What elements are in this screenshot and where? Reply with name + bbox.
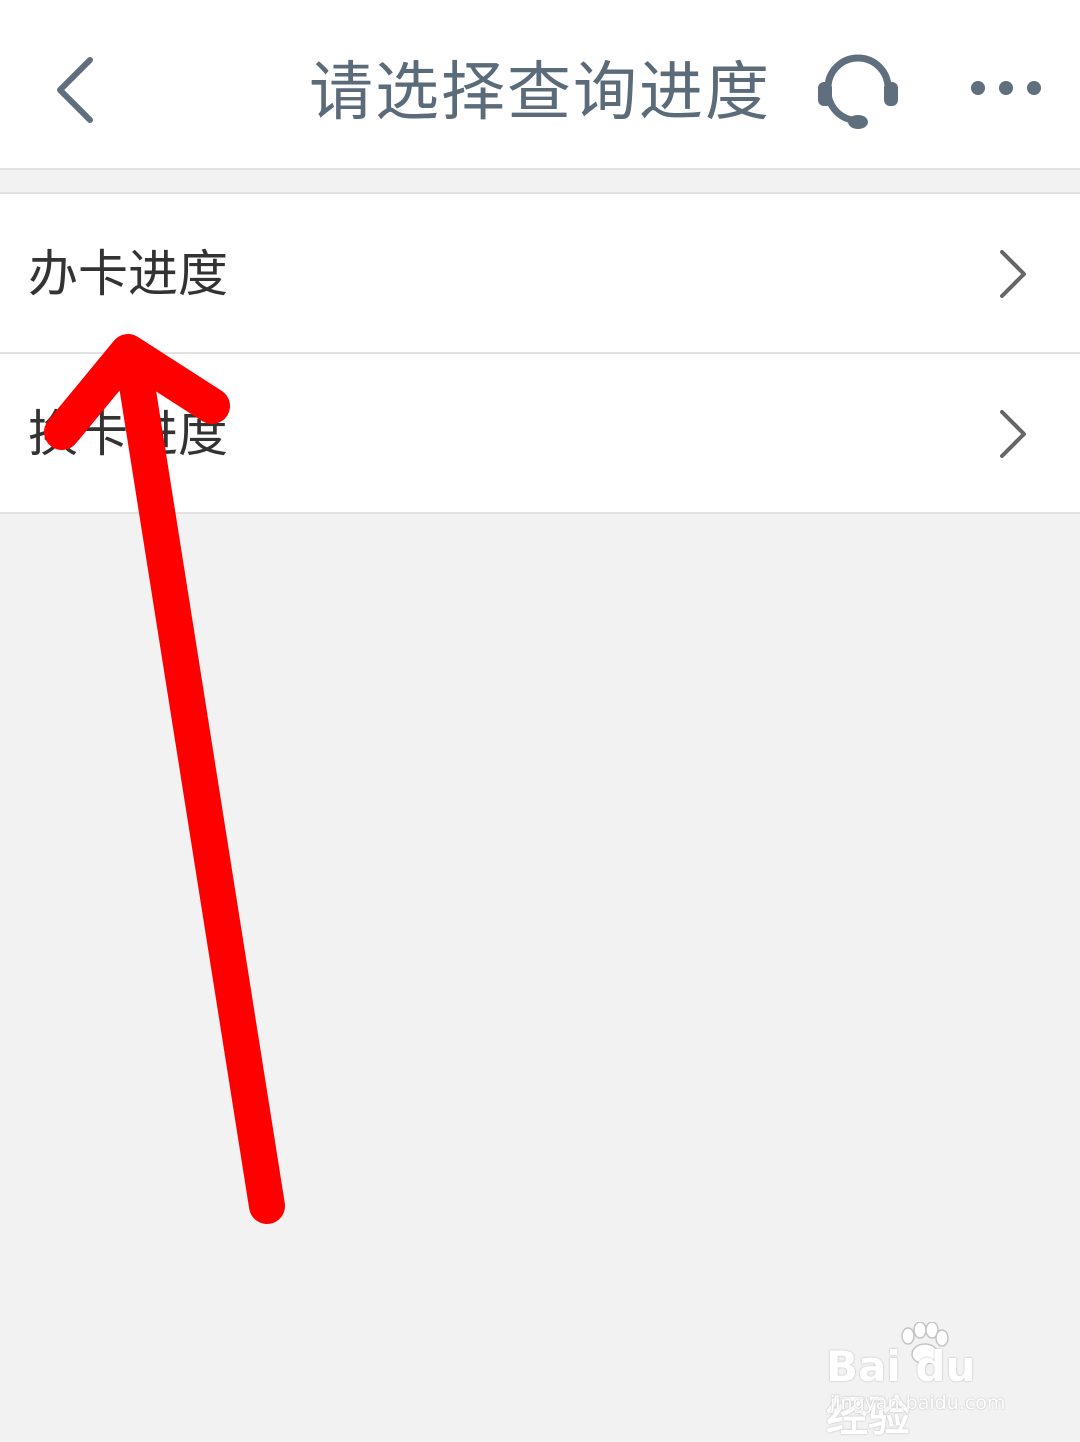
- chevron-right-icon: [990, 402, 1034, 466]
- chevron-right-icon: [990, 242, 1034, 306]
- page-title: 请选择查询进度: [309, 56, 771, 130]
- chevron-left-icon: [57, 57, 93, 123]
- nav-bar: 请选择查询进度: [0, 0, 1080, 170]
- back-button[interactable]: [40, 48, 120, 132]
- baidu-jingyan-watermark: Bai du 经验 jingyan.baidu.com: [826, 1322, 1026, 1441]
- progress-type-list: 办卡进度 换卡进度: [0, 192, 1080, 514]
- more-button[interactable]: [960, 66, 1050, 110]
- customer-service-button[interactable]: [808, 44, 908, 140]
- headset-icon: [818, 54, 898, 129]
- list-item-card-replacement-progress[interactable]: 换卡进度: [0, 354, 1080, 514]
- watermark-url: jingyan.baidu.com: [830, 1392, 1006, 1414]
- more-horizontal-icon: [971, 81, 1041, 95]
- list-item-label: 办卡进度: [28, 245, 228, 303]
- list-item-label: 换卡进度: [28, 405, 228, 463]
- list-item-card-application-progress[interactable]: 办卡进度: [0, 194, 1080, 354]
